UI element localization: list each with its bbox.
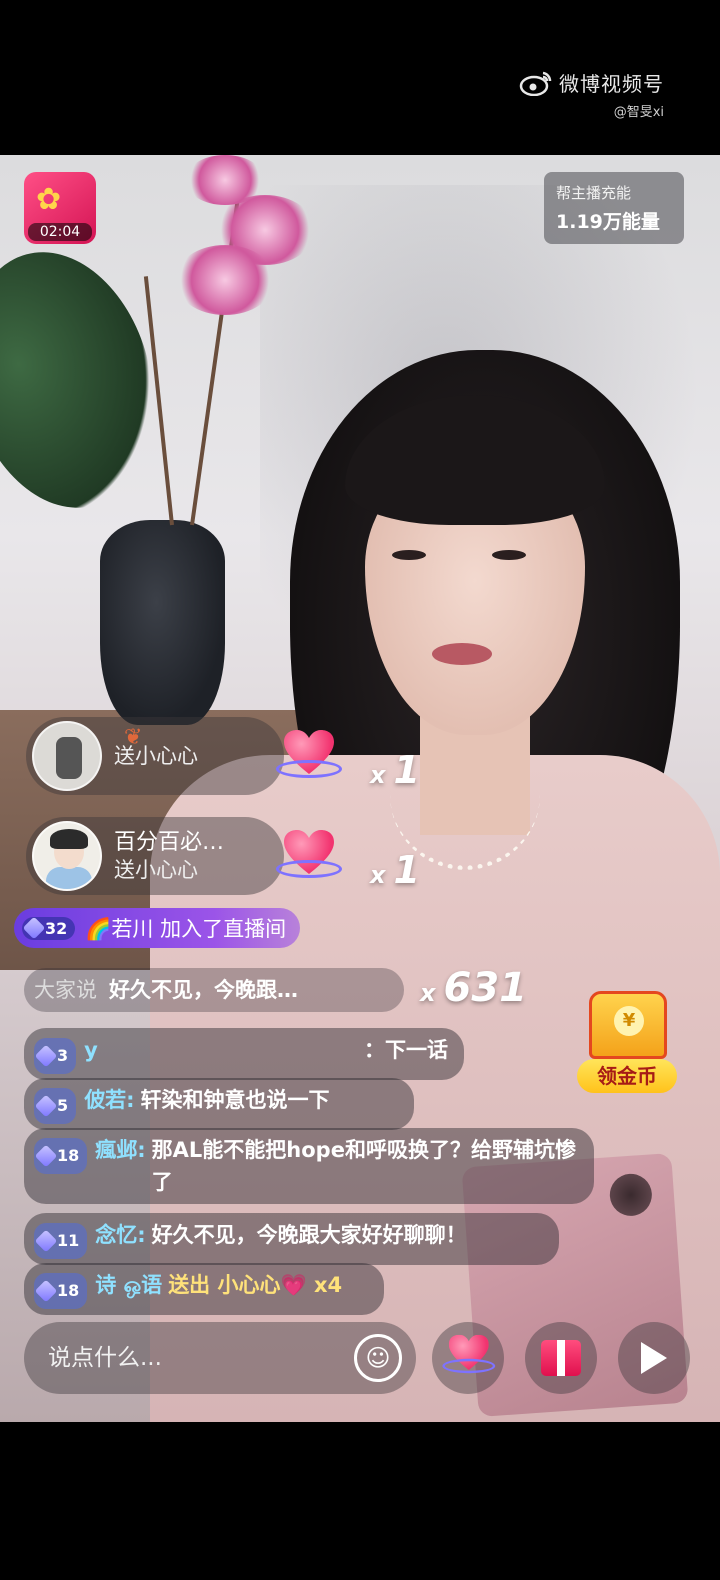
gift-icon: [541, 1340, 581, 1376]
vase: [100, 520, 225, 725]
say-message: 好久不见，今晚跟…: [109, 978, 298, 1002]
tablet-camera: [608, 1172, 654, 1218]
chat-message[interactable]: 11 念忆: 好久不见，今晚跟大家好好聊聊！: [24, 1213, 559, 1265]
charge-value: 1.19万能量: [556, 211, 660, 233]
chat-text: 那AL能不能把hope和呼吸换了？给野辅坑惨了: [151, 1138, 576, 1194]
claim-coins-button[interactable]: ¥ 领金币: [577, 985, 681, 1101]
avatar: [32, 721, 102, 791]
avatar-figure: [56, 737, 82, 779]
plant-leaves: [0, 231, 181, 529]
gem-icon: [34, 1094, 58, 1118]
chat-user: 诗 ஒ语: [95, 1273, 163, 1297]
weibo-watermark: 微博视频号 @智旻xi: [519, 68, 664, 120]
comment-input-container[interactable]: ☺: [24, 1322, 416, 1394]
gift-combo: x1: [370, 848, 420, 892]
level-badge: 18: [34, 1138, 88, 1174]
heart-icon: [442, 1335, 496, 1381]
like-combo: x 631: [420, 965, 527, 1011]
chat-user: 佊若:: [84, 1088, 135, 1112]
gift-sender-name: 百分百必…: [114, 830, 225, 856]
emoji-icon[interactable]: ☺: [354, 1334, 402, 1382]
level-badge: 18: [34, 1273, 88, 1309]
watermark-brand: 微博视频号: [559, 72, 664, 96]
gift-event[interactable]: 百分百必… 送小心心: [26, 817, 284, 895]
join-text: 🌈若川 加入了直播间: [85, 917, 287, 941]
level-badge: 5: [34, 1088, 77, 1124]
heart-gift-icon: [276, 830, 342, 888]
comment-input[interactable]: [48, 1345, 338, 1371]
join-notice: 32 🌈若川 加入了直播间: [14, 908, 301, 948]
chat-text: ：下一话: [364, 1038, 448, 1062]
bottom-toolbar: ☺: [0, 1318, 720, 1402]
gift-action: 送小心心: [114, 857, 198, 882]
chat-user: y: [84, 1038, 98, 1062]
level-badge: 32: [22, 916, 76, 940]
host-eye: [492, 550, 526, 560]
gift-bag-icon: ✿: [36, 182, 62, 217]
gem-icon: [34, 1044, 58, 1068]
chat-message[interactable]: 18 诗 ஒ语 送出 小心心💗 x4: [24, 1263, 384, 1315]
chat-user: 念忆:: [95, 1223, 146, 1247]
heart-gift-icon: [276, 730, 342, 788]
treasure-chest-icon: ¥: [589, 991, 667, 1059]
gift-button[interactable]: [525, 1322, 597, 1394]
gem-icon: [34, 1279, 58, 1303]
claim-coins-label: 领金币: [577, 1059, 677, 1093]
charge-panel[interactable]: 帮主播充能 1.19万能量: [544, 172, 684, 244]
like-button[interactable]: [432, 1322, 504, 1394]
chat-message[interactable]: 3 y ：下一话: [24, 1028, 464, 1080]
chat-text: 好久不见，今晚跟大家好好聊聊！: [151, 1223, 467, 1247]
say-row[interactable]: 大家说 好久不见，今晚跟…: [24, 968, 404, 1012]
level-badge: 3: [34, 1038, 77, 1074]
gift-combo: x1: [370, 748, 420, 792]
chat-message[interactable]: 18 瘋邺: 那AL能不能把hope和呼吸换了？给野辅坑惨了: [24, 1128, 594, 1204]
say-label: 大家说: [34, 978, 97, 1002]
gem-icon: [22, 916, 46, 940]
gift-event[interactable]: 送小心心: [26, 717, 284, 795]
share-button[interactable]: [618, 1322, 690, 1394]
charge-label: 帮主播充能: [556, 184, 632, 202]
chat-text: 送出 小心心💗 x4: [168, 1273, 343, 1297]
flower: [175, 245, 275, 315]
event-timer: 02:04: [28, 223, 92, 241]
chat-message[interactable]: 5 佊若: 轩染和钟意也说一下: [24, 1078, 414, 1130]
watermark-user: @智旻xi: [613, 105, 664, 120]
leaf-icon: ❦: [124, 725, 143, 750]
chat-user: 瘋邺:: [95, 1138, 146, 1162]
avatar: [32, 821, 102, 891]
gem-icon: [34, 1144, 58, 1168]
event-card[interactable]: ✿ 02:04: [24, 172, 96, 244]
host-lips: [432, 643, 492, 665]
weibo-logo-icon: [519, 71, 552, 96]
level-badge: 11: [34, 1223, 88, 1259]
host-eye: [392, 550, 426, 560]
share-icon: [641, 1342, 667, 1374]
gem-icon: [34, 1229, 58, 1253]
chat-text: 轩染和钟意也说一下: [140, 1088, 330, 1112]
